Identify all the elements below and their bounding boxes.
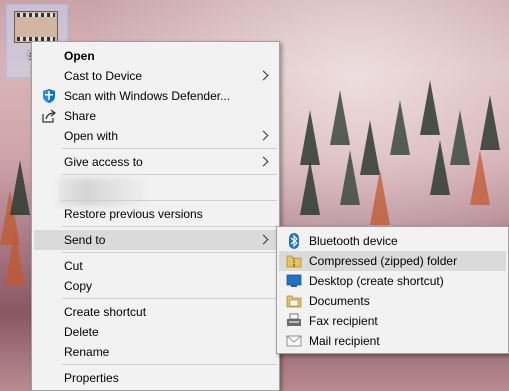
wallpaper-tree — [10, 160, 30, 215]
submenu-item-compressed-folder[interactable]: Compressed (zipped) folder — [279, 251, 506, 271]
context-menu: Open Cast to Device Scan with Windows De… — [31, 41, 280, 391]
wallpaper-tree — [420, 80, 440, 135]
menu-item-cut[interactable]: Cut — [34, 256, 277, 276]
menu-separator — [62, 200, 277, 201]
submenu-item-mail[interactable]: Mail recipient — [279, 331, 506, 351]
menu-item-open-with[interactable]: Open with — [34, 126, 277, 146]
chevron-right-icon — [258, 130, 269, 141]
menu-item-label: Give access to — [64, 155, 143, 169]
menu-item-label: Share — [64, 109, 97, 123]
menu-item-label: Cut — [64, 259, 83, 273]
submenu-item-label: Compressed (zipped) folder — [309, 254, 458, 268]
menu-item-label: Copy — [64, 279, 93, 293]
documents-icon — [286, 293, 302, 309]
menu-separator — [62, 252, 277, 253]
fax-icon — [286, 313, 302, 329]
submenu-item-bluetooth[interactable]: Bluetooth device — [279, 231, 506, 251]
menu-item-share[interactable]: Share — [34, 106, 277, 126]
submenu-item-desktop[interactable]: Desktop (create shortcut) — [279, 271, 506, 291]
menu-item-delete[interactable]: Delete — [34, 322, 277, 342]
menu-item-label: Open with — [64, 129, 119, 143]
submenu-item-documents[interactable]: Documents — [279, 291, 506, 311]
video-file-icon — [14, 11, 58, 43]
submenu-item-label: Bluetooth device — [309, 234, 398, 248]
menu-item-label: Scan with Windows Defender... — [64, 89, 231, 103]
wallpaper-tree — [370, 170, 390, 225]
share-icon — [41, 108, 57, 124]
submenu-item-label: Desktop (create shortcut) — [309, 274, 444, 288]
wallpaper-tree — [390, 100, 410, 155]
wallpaper-tree — [360, 120, 380, 175]
menu-item-properties[interactable]: Properties — [34, 368, 277, 388]
zip-folder-icon — [286, 253, 302, 269]
wallpaper-tree — [300, 110, 320, 165]
menu-separator — [62, 174, 277, 175]
menu-separator — [62, 226, 277, 227]
menu-item-label: Delete — [64, 325, 99, 339]
submenu-item-fax[interactable]: Fax recipient — [279, 311, 506, 331]
wallpaper-tree — [330, 90, 350, 145]
menu-item-label: Properties — [64, 371, 119, 385]
menu-item-label: Create shortcut — [64, 305, 147, 319]
menu-item-restore-previous-versions[interactable]: Restore previous versions — [34, 204, 277, 224]
menu-item-rename[interactable]: Rename — [34, 342, 277, 362]
chevron-right-icon — [258, 156, 269, 167]
menu-item-open[interactable]: Open — [34, 46, 277, 66]
redacted-blur — [58, 178, 148, 206]
menu-separator — [62, 298, 277, 299]
wallpaper-tree — [470, 150, 490, 205]
menu-item-copy[interactable]: Copy — [34, 276, 277, 296]
menu-separator — [62, 148, 277, 149]
menu-item-cast-to-device[interactable]: Cast to Device — [34, 66, 277, 86]
menu-item-give-access[interactable]: Give access to — [34, 152, 277, 172]
wallpaper-tree — [480, 95, 500, 150]
wallpaper-tree — [450, 110, 470, 165]
chevron-right-icon — [258, 70, 269, 81]
menu-separator — [62, 364, 277, 365]
desktop-icon — [286, 273, 302, 289]
wallpaper-tree — [300, 160, 320, 215]
menu-item-label: Rename — [64, 345, 110, 359]
menu-item-label: Send to — [64, 233, 106, 247]
wallpaper-tree — [340, 150, 360, 205]
submenu-item-label: Fax recipient — [309, 314, 378, 328]
bluetooth-icon — [286, 233, 302, 249]
menu-item-label: Open — [64, 49, 95, 63]
shield-icon — [41, 88, 57, 104]
menu-item-create-shortcut[interactable]: Create shortcut — [34, 302, 277, 322]
submenu-item-label: Documents — [309, 294, 370, 308]
menu-item-label: Restore previous versions — [64, 207, 203, 221]
mail-icon — [286, 333, 302, 349]
menu-item-label: Cast to Device — [64, 69, 143, 83]
wallpaper-tree — [5, 230, 25, 285]
menu-item-send-to[interactable]: Send to — [34, 230, 277, 250]
wallpaper-tree — [430, 140, 450, 195]
menu-item-scan-defender[interactable]: Scan with Windows Defender... — [34, 86, 277, 106]
chevron-right-icon — [258, 234, 269, 245]
submenu-item-label: Mail recipient — [309, 334, 380, 348]
send-to-submenu: Bluetooth device Compressed (zipped) fol… — [276, 226, 509, 354]
